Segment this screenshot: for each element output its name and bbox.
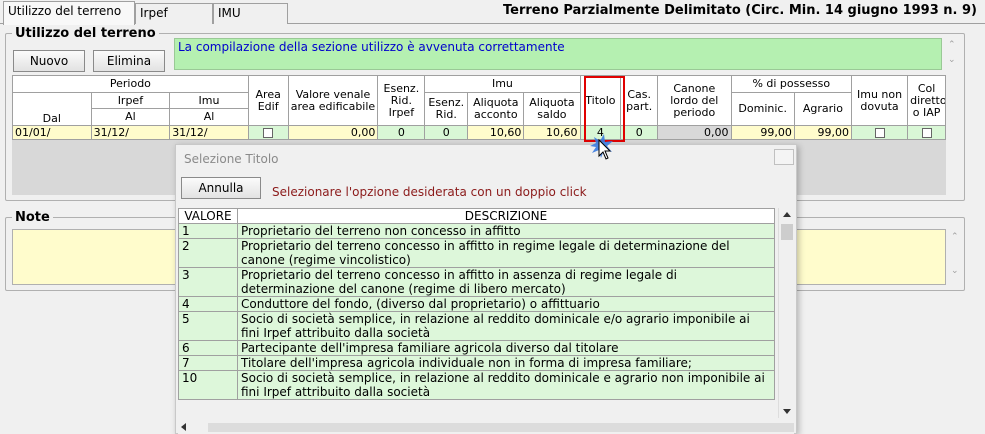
option-descrizione: Socio di società semplice, in relazione …: [237, 311, 775, 341]
arrow-left-icon[interactable]: [178, 420, 190, 434]
header-al-irpef: Al: [90, 108, 171, 126]
scrollbar-thumb[interactable]: [781, 224, 793, 240]
option-descrizione: Proprietario del terreno concesso in aff…: [237, 267, 775, 297]
list-item[interactable]: 10 Socio di società semplice, in relazio…: [178, 370, 775, 400]
option-descrizione: Socio di società semplice, in relazione …: [237, 370, 775, 400]
area-edif-checkbox[interactable]: [263, 127, 274, 138]
header-aliquota-acconto: Aliquota acconto: [467, 92, 525, 126]
header-dominic: Dominic.: [730, 92, 795, 126]
dialog-message: Selezionare l'opzione desiderata con un …: [272, 185, 587, 199]
cell-area-edif[interactable]: [247, 125, 289, 140]
chevron-up-icon[interactable]: ⌃: [948, 40, 956, 50]
tab-irpef[interactable]: Irpef: [135, 3, 213, 24]
chevron-up-icon[interactable]: ⌃: [951, 232, 959, 242]
header-dal: Dal: [12, 92, 92, 126]
tab-bar: Utilizzo del terreno Irpef IMU Terreno P…: [0, 0, 985, 25]
utilizzo-title: Utilizzo del terreno: [12, 26, 159, 41]
header-agrario: Agrario: [793, 92, 852, 126]
header-imu-group: Imu: [424, 75, 581, 93]
list-item[interactable]: 3 Proprietario del terreno concesso in a…: [178, 267, 775, 297]
titolo-options-table: VALORE DESCRIZIONE 1 Proprietario del te…: [178, 208, 775, 400]
cell-dal[interactable]: 01/01/: [12, 125, 92, 140]
option-descrizione: Titolare dell'impresa agricola individua…: [237, 355, 775, 371]
cell-al-imu[interactable]: 31/12/: [169, 125, 249, 140]
option-valore: 5: [178, 311, 238, 341]
option-descrizione: Proprietario del terreno concesso in aff…: [237, 238, 775, 268]
list-item[interactable]: 1 Proprietario del terreno non concesso …: [178, 223, 775, 239]
cell-dominic[interactable]: 99,00: [730, 125, 795, 140]
click-burst-cursor-icon: [590, 134, 613, 160]
utilizzo-grid: Periodo Area Edif Valore venale area edi…: [12, 75, 946, 140]
cell-valore[interactable]: 0,00: [287, 125, 379, 140]
cell-cas-part[interactable]: 0: [620, 125, 659, 140]
header-esenz-rid: Esenz. Rid.: [424, 92, 469, 126]
status-message: La compilazione della sezione utilizzo è…: [174, 38, 942, 70]
option-valore: 3: [178, 267, 238, 297]
col-diretto-checkbox[interactable]: [921, 127, 932, 138]
cell-agrario[interactable]: 99,00: [793, 125, 852, 140]
header-area-edif: Area Edif: [247, 75, 289, 126]
header-esenz-rid-irpef: Esenz. Rid. Irpef: [377, 75, 426, 126]
header-aliquota-saldo: Aliquota saldo: [523, 92, 581, 126]
cancel-button[interactable]: Annulla: [181, 177, 261, 199]
option-valore: 10: [178, 370, 238, 400]
new-button[interactable]: Nuovo: [13, 50, 85, 72]
table-row[interactable]: 01/01/ 31/12/ 31/12/ 0,00 0 0 10,60 10,6…: [12, 125, 946, 140]
dialog-title: Selezione Titolo: [184, 152, 279, 166]
header-cas-part: Cas. part.: [620, 75, 659, 126]
list-item[interactable]: 5 Socio di società semplice, in relazion…: [178, 311, 775, 341]
header-canone: Canone lordo del periodo: [657, 75, 732, 126]
list-item[interactable]: 6 Partecipante dell'impresa familiare ag…: [178, 340, 775, 356]
header-al-imu: Al: [169, 108, 249, 126]
header-irpef: Irpef: [90, 92, 171, 109]
cell-saldo[interactable]: 10,60: [523, 125, 581, 140]
option-valore: 7: [178, 355, 238, 371]
option-descrizione: Partecipante dell'impresa familiare agri…: [237, 340, 775, 356]
cell-imu-non-dovuta[interactable]: [850, 125, 909, 140]
page-title: Terreno Parzialmente Delimitato (Circ. M…: [503, 3, 977, 18]
selezione-titolo-dialog: Selezione Titolo Annulla Selezionare l'o…: [175, 144, 797, 434]
option-valore: 6: [178, 340, 238, 356]
header-imu-non-dovuta: Imu non dovuta: [850, 75, 909, 126]
scrollbar-thumb[interactable]: [208, 423, 794, 432]
option-descrizione: Proprietario del terreno non concesso in…: [237, 223, 775, 239]
col-header-descrizione: DESCRIZIONE: [237, 208, 775, 224]
cell-canone: 0,00: [657, 125, 732, 140]
col-header-valore: VALORE: [178, 208, 238, 224]
cell-acconto[interactable]: 10,60: [467, 125, 525, 140]
option-valore: 4: [178, 296, 238, 312]
list-item[interactable]: 2 Proprietario del terreno concesso in a…: [178, 238, 775, 268]
tab-imu[interactable]: IMU: [213, 3, 288, 24]
vertical-scrollbar[interactable]: [778, 208, 794, 418]
header-imu: Imu: [169, 92, 249, 109]
header-valore-venale: Valore venale area edificabile: [287, 75, 379, 126]
option-valore: 1: [178, 223, 238, 239]
cell-col-diretto[interactable]: [907, 125, 946, 140]
note-title: Note: [12, 210, 53, 225]
cell-esenz-rid[interactable]: 0: [424, 125, 469, 140]
option-descrizione: Conduttore del fondo, (diverso dal propr…: [237, 296, 775, 312]
option-valore: 2: [178, 238, 238, 268]
list-item[interactable]: 4 Conduttore del fondo, (diverso dal pro…: [178, 296, 775, 312]
delete-button[interactable]: Elimina: [93, 50, 165, 72]
chevron-down-icon[interactable]: ⌄: [948, 55, 956, 65]
chevron-down-icon[interactable]: ⌄: [951, 266, 959, 276]
imu-non-dovuta-checkbox[interactable]: [874, 127, 885, 138]
close-button[interactable]: [774, 149, 794, 165]
tab-utilizzo-terreno[interactable]: Utilizzo del terreno: [3, 1, 135, 25]
list-item[interactable]: 7 Titolare dell'impresa agricola individ…: [178, 355, 775, 371]
cell-al-irpef[interactable]: 31/12/: [90, 125, 171, 140]
cell-esenz-irpef[interactable]: 0: [377, 125, 426, 140]
header-periodo: Periodo: [12, 75, 249, 93]
header-possesso: % di possesso: [730, 75, 852, 93]
header-col-diretto: Col diretto o IAP: [907, 75, 946, 126]
horizontal-scrollbar[interactable]: [178, 420, 794, 434]
